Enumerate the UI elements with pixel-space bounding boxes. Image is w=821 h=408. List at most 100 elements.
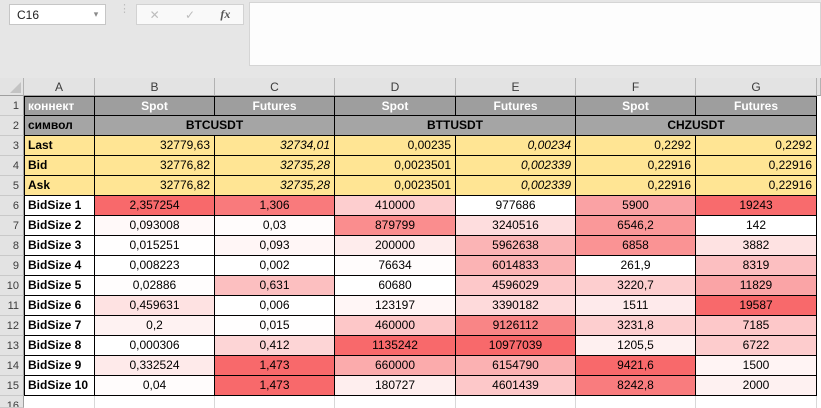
cell-B1[interactable]: Spot [95,96,215,116]
cell-D9[interactable]: 76634 [335,256,456,276]
column-header-A[interactable]: A [24,78,95,96]
cell-A4[interactable]: Bid [24,156,95,176]
cell-E15[interactable]: 4601439 [456,376,576,396]
cell-G6[interactable]: 19243 [696,196,817,216]
cell-E9[interactable]: 6014833 [456,256,576,276]
cell-E1[interactable]: Futures [456,96,576,116]
cell-F11[interactable]: 1511 [576,296,696,316]
cell-E11[interactable]: 3390182 [456,296,576,316]
cell-F7[interactable]: 6546,2 [576,216,696,236]
cell-D8[interactable]: 200000 [335,236,456,256]
enter-icon[interactable]: ✓ [185,8,195,22]
cell-F1[interactable]: Spot [576,96,696,116]
chevron-down-icon[interactable]: ▾ [87,9,105,20]
cell-C7[interactable]: 0,03 [215,216,335,236]
cell-B3[interactable]: 32779,63 [95,136,215,156]
cell-G12[interactable]: 7185 [696,316,817,336]
cell-D12[interactable]: 460000 [335,316,456,336]
cell-D1[interactable]: Spot [335,96,456,116]
row-header-10[interactable]: 10 [0,276,24,296]
cell-E10[interactable]: 4596029 [456,276,576,296]
cell-D16-empty[interactable] [335,396,456,408]
cell-E7[interactable]: 3240516 [456,216,576,236]
cell-E3[interactable]: 0,00234 [456,136,576,156]
row-header-8[interactable]: 8 [0,236,24,256]
cell-A1[interactable]: коннект [24,96,95,116]
cell-C8[interactable]: 0,093 [215,236,335,256]
name-box[interactable]: C16 ▾ [9,4,106,25]
cell-A15[interactable]: BidSize 10 [24,376,95,396]
cell-E5[interactable]: 0,002339 [456,176,576,196]
cell-A13[interactable]: BidSize 8 [24,336,95,356]
row-header-6[interactable]: 6 [0,196,24,216]
cell-D10[interactable]: 60680 [335,276,456,296]
cell-F15[interactable]: 8242,8 [576,376,696,396]
cell-B13[interactable]: 0,000306 [95,336,215,356]
cell-C9[interactable]: 0,002 [215,256,335,276]
column-header-C[interactable]: C [215,78,335,96]
cell-E6[interactable]: 977686 [456,196,576,216]
cell-F10[interactable]: 3220,7 [576,276,696,296]
cell-F4[interactable]: 0,22916 [576,156,696,176]
cell-F5[interactable]: 0,22916 [576,176,696,196]
cell-B7[interactable]: 0,093008 [95,216,215,236]
cell-G9[interactable]: 8319 [696,256,817,276]
cell-F12[interactable]: 3231,8 [576,316,696,336]
cell-D7[interactable]: 879799 [335,216,456,236]
cell-D14[interactable]: 660000 [335,356,456,376]
cell-A11[interactable]: BidSize 6 [24,296,95,316]
cell-A12[interactable]: BidSize 7 [24,316,95,336]
cell-F14[interactable]: 9421,6 [576,356,696,376]
cell-G8[interactable]: 3882 [696,236,817,256]
insert-function-icon[interactable]: fx [220,7,230,22]
cell-F6[interactable]: 5900 [576,196,696,216]
cell-B15[interactable]: 0,04 [95,376,215,396]
row-header-13[interactable]: 13 [0,336,24,356]
cell-A6[interactable]: BidSize 1 [24,196,95,216]
cell-B9[interactable]: 0,008223 [95,256,215,276]
cell-G7[interactable]: 142 [696,216,817,236]
cancel-icon[interactable]: ✕ [150,8,160,22]
column-header-F[interactable]: F [576,78,696,96]
cell-E4[interactable]: 0,002339 [456,156,576,176]
cell-A2[interactable]: символ [24,116,95,136]
cell-G11[interactable]: 19587 [696,296,817,316]
cell-A14[interactable]: BidSize 9 [24,356,95,376]
column-header-E[interactable]: E [456,78,576,96]
cell-D13[interactable]: 1135242 [335,336,456,356]
cell-G4[interactable]: 0,22916 [696,156,817,176]
cell-D6[interactable]: 410000 [335,196,456,216]
cell-E16-empty[interactable] [456,396,576,408]
column-header-B[interactable]: B [95,78,215,96]
cell-E8[interactable]: 5962638 [456,236,576,256]
cell-C10[interactable]: 0,631 [215,276,335,296]
row-header-16[interactable]: 16 [0,396,24,408]
formula-bar-input[interactable] [249,2,821,66]
cell-B8[interactable]: 0,015251 [95,236,215,256]
cell-G5[interactable]: 0,22916 [696,176,817,196]
column-header-G[interactable]: G [696,78,817,96]
cell-G13[interactable]: 6722 [696,336,817,356]
row-header-2[interactable]: 2 [0,116,24,136]
cell-D3[interactable]: 0,00235 [335,136,456,156]
row-header-4[interactable]: 4 [0,156,24,176]
cell-C5[interactable]: 32735,28 [215,176,335,196]
cell-C4[interactable]: 32735,28 [215,156,335,176]
cell-E12[interactable]: 9126112 [456,316,576,336]
cell-F16-empty[interactable] [576,396,696,408]
cell-E13[interactable]: 10977039 [456,336,576,356]
cell-G3[interactable]: 0,2292 [696,136,817,156]
row-header-1[interactable]: 1 [0,96,24,116]
cell-B12[interactable]: 0,2 [95,316,215,336]
cell-G14[interactable]: 1500 [696,356,817,376]
cell-A3[interactable]: Last [24,136,95,156]
row-header-9[interactable]: 9 [0,256,24,276]
row-header-15[interactable]: 15 [0,376,24,396]
cell-C12[interactable]: 0,015 [215,316,335,336]
cell-B5[interactable]: 32776,82 [95,176,215,196]
cell-B2-C2-merged[interactable]: BTCUSDT [95,116,335,136]
cell-D11[interactable]: 123197 [335,296,456,316]
cell-C16-empty[interactable] [215,396,335,408]
row-header-14[interactable]: 14 [0,356,24,376]
cell-C3[interactable]: 32734,01 [215,136,335,156]
